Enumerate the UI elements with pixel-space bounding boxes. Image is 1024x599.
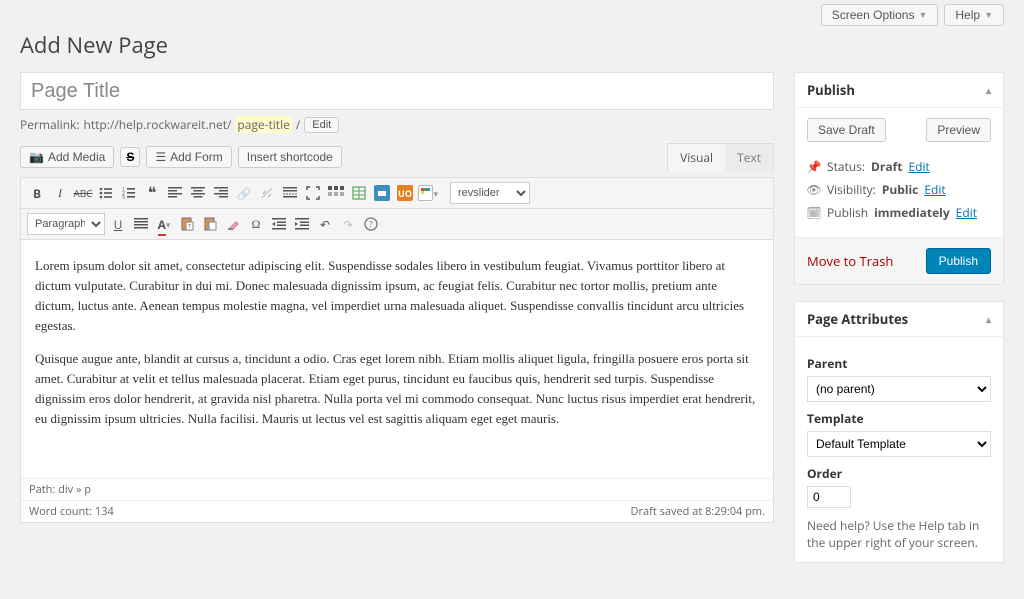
toolbar-toggle-button[interactable]: [326, 183, 346, 203]
add-media-button[interactable]: 📷 Add Media: [20, 146, 114, 168]
svg-text:T: T: [188, 224, 191, 230]
attributes-title: Page Attributes: [807, 310, 908, 328]
toolbar-row-2: Paragraph U A ▾ T Ω ↶ ↷ ?: [21, 209, 773, 240]
preview-button[interactable]: Preview: [926, 118, 991, 142]
schedule-value: immediately: [874, 204, 950, 221]
move-to-trash-link[interactable]: Move to Trash: [807, 252, 893, 270]
help-icon-button[interactable]: ?: [361, 214, 381, 234]
special-char-button[interactable]: Ω: [246, 214, 266, 234]
outdent-button[interactable]: [269, 214, 289, 234]
visibility-edit-link[interactable]: Edit: [924, 181, 945, 198]
uo-button[interactable]: UO: [395, 183, 415, 203]
bullet-list-button[interactable]: [96, 183, 116, 203]
align-left-button[interactable]: [165, 183, 185, 203]
permalink-row: Permalink: http://help.rockwareit.net/pa…: [20, 116, 774, 133]
save-draft-button[interactable]: Save Draft: [807, 118, 886, 142]
unlink-button[interactable]: [257, 183, 277, 203]
add-form-label: Add Form: [170, 150, 223, 164]
content-paragraph: Lorem ipsum dolor sit amet, consectetur …: [35, 256, 759, 337]
justify-button[interactable]: [131, 214, 151, 234]
content-editor[interactable]: Lorem ipsum dolor sit amet, consectetur …: [21, 240, 773, 478]
parent-label: Parent: [807, 355, 991, 372]
template-select[interactable]: Default Template: [807, 431, 991, 457]
window-button[interactable]: [372, 183, 392, 203]
add-media-label: Add Media: [48, 150, 105, 164]
status-edit-link[interactable]: Edit: [908, 158, 929, 175]
text-color-button[interactable]: A ▾: [154, 214, 174, 234]
permalink-slug: page-title: [235, 116, 291, 133]
content-paragraph: Quisque augue ante, blandit at cursus a,…: [35, 349, 759, 430]
editor: B I ABC 123 ❝ 🔗 UO: [20, 177, 774, 523]
svg-text:3: 3: [122, 195, 125, 200]
publish-button[interactable]: Publish: [926, 248, 991, 274]
underline-button[interactable]: U: [108, 214, 128, 234]
s-button[interactable]: S: [120, 147, 140, 167]
title-input[interactable]: [20, 72, 774, 110]
tab-text[interactable]: Text: [725, 144, 773, 171]
align-center-button[interactable]: [188, 183, 208, 203]
eye-icon: 👁: [807, 181, 821, 198]
more-button[interactable]: [280, 183, 300, 203]
publish-box: Publish ▴ Save Draft Preview 📌 Status: D…: [794, 72, 1004, 285]
insert-shortcode-button[interactable]: Insert shortcode: [238, 146, 342, 168]
help-button[interactable]: Help ▼: [944, 4, 1004, 26]
italic-button[interactable]: I: [50, 183, 70, 203]
tab-visual[interactable]: Visual: [668, 144, 725, 171]
permalink-base: http://help.rockwareit.net/: [84, 116, 232, 133]
page-title: Add New Page: [20, 30, 1004, 60]
strikethrough-button[interactable]: ABC: [73, 183, 93, 203]
numbered-list-button[interactable]: 123: [119, 183, 139, 203]
order-input[interactable]: [807, 486, 851, 508]
screen-options-button[interactable]: Screen Options ▼: [821, 4, 939, 26]
clear-format-button[interactable]: [223, 214, 243, 234]
svg-text:?: ?: [369, 219, 373, 230]
status-bar: Word count: 134 Draft saved at 8:29:04 p…: [21, 500, 773, 522]
link-button[interactable]: 🔗: [234, 183, 254, 203]
indent-button[interactable]: [292, 214, 312, 234]
chevron-down-icon: ▼: [984, 10, 993, 20]
status-value: Draft: [871, 158, 902, 175]
toolbar-row-1: B I ABC 123 ❝ 🔗 UO: [21, 178, 773, 209]
bold-button[interactable]: B: [27, 183, 47, 203]
fullscreen-button[interactable]: [303, 183, 323, 203]
calendar-icon: 🗓: [807, 204, 821, 221]
template-label: Template: [807, 410, 991, 427]
camera-icon: 📷: [29, 150, 44, 164]
word-count: Word count: 134: [29, 504, 114, 519]
permalink-label: Permalink:: [20, 116, 80, 133]
form-icon: ☰: [155, 150, 166, 164]
publish-title: Publish: [807, 81, 855, 99]
pin-icon: 📌: [807, 158, 821, 175]
undo-button[interactable]: ↶: [315, 214, 335, 234]
align-right-button[interactable]: [211, 183, 231, 203]
parent-select[interactable]: (no parent): [807, 376, 991, 402]
color-picker-button[interactable]: ▾: [418, 183, 438, 203]
draft-saved: Draft saved at 8:29:04 pm.: [631, 504, 765, 519]
add-form-button[interactable]: ☰ Add Form: [146, 146, 231, 168]
permalink-slash: /: [296, 116, 300, 133]
collapse-icon[interactable]: ▴: [986, 83, 991, 97]
page-attributes-box: Page Attributes ▴ Parent (no parent) Tem…: [794, 301, 1004, 563]
visibility-value: Public: [882, 181, 919, 198]
paragraph-select[interactable]: Paragraph: [27, 213, 105, 235]
chevron-down-icon: ▼: [918, 10, 927, 20]
collapse-icon[interactable]: ▴: [986, 312, 991, 326]
table-button[interactable]: [349, 183, 369, 203]
attributes-help-text: Need help? Use the Help tab in the upper…: [807, 518, 991, 552]
screen-options-label: Screen Options: [832, 8, 915, 22]
schedule-edit-link[interactable]: Edit: [956, 204, 977, 221]
redo-button[interactable]: ↷: [338, 214, 358, 234]
status-label: Status:: [827, 158, 865, 175]
revslider-select[interactable]: revslider: [450, 182, 530, 204]
path-bar: Path: div » p: [21, 478, 773, 500]
help-label: Help: [955, 8, 980, 22]
schedule-label: Publish: [827, 204, 868, 221]
blockquote-button[interactable]: ❝: [142, 183, 162, 203]
paste-text-button[interactable]: T: [177, 214, 197, 234]
permalink-edit-button[interactable]: Edit: [304, 117, 339, 133]
visibility-label: Visibility:: [827, 181, 876, 198]
shortcode-label: Insert shortcode: [247, 150, 333, 164]
paste-word-button[interactable]: [200, 214, 220, 234]
order-label: Order: [807, 465, 991, 482]
